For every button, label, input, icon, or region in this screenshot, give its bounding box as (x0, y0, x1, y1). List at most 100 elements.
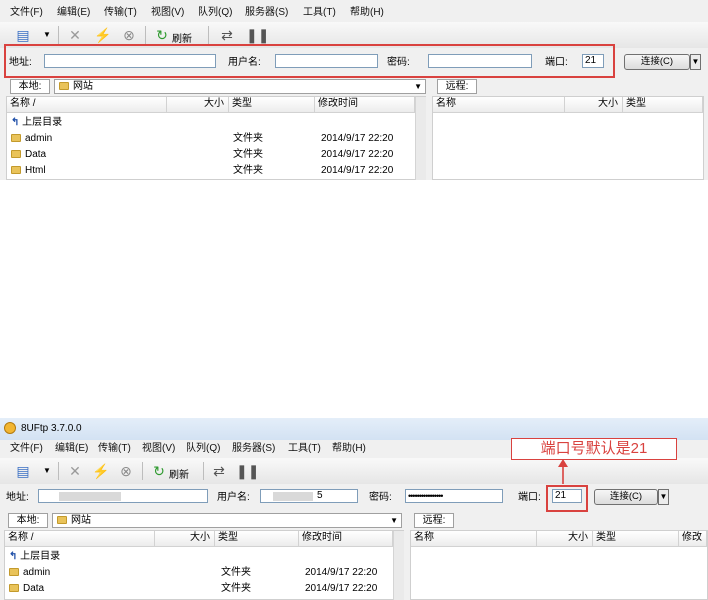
sync-browse-icon[interactable]: ⇄ (218, 26, 236, 44)
menu-server[interactable]: 服务器(S) (232, 440, 275, 458)
refresh-button-label[interactable]: 刷新 (172, 30, 192, 45)
up-arrow-icon: ↰ (11, 117, 20, 128)
column-type[interactable]: 类型 (593, 531, 679, 546)
column-type[interactable]: 类型 (215, 531, 299, 546)
site-manager-icon[interactable]: ▤ (14, 462, 32, 480)
disconnect-icon[interactable]: ✕ (66, 462, 84, 480)
username-value-text: 5 (317, 490, 323, 501)
menu-file[interactable]: 文件(F) (10, 4, 43, 22)
menu-transfer[interactable]: 传输(T) (104, 4, 137, 22)
column-modified[interactable]: 修改时间 (299, 531, 393, 546)
column-modified[interactable]: 修改 (679, 531, 707, 546)
file-type: 文件夹 (233, 165, 263, 176)
remote-tab[interactable]: 远程: (437, 79, 477, 94)
refresh-button-label[interactable]: 刷新 (169, 466, 189, 481)
menu-tools[interactable]: 工具(T) (288, 440, 321, 458)
menu-help[interactable]: 帮助(H) (332, 440, 366, 458)
local-path-combo[interactable]: 网站 ▼ (54, 79, 426, 94)
bottom-toolbar: ▤ ▼ ✕ ⚡ ⊗ ↻ 刷新 ⇄ ❚❚ (0, 458, 708, 485)
top-screenshot: 文件(F) 编辑(E) 传输(T) 视图(V) 队列(Q) 服务器(S) 工具(… (0, 0, 708, 180)
chevron-down-icon[interactable]: ▼ (414, 80, 422, 93)
local-tab[interactable]: 本地: (8, 513, 48, 528)
file-modified: 2014/9/17 22:20 (321, 149, 394, 160)
file-modified: 2014/9/17 22:20 (305, 567, 378, 578)
file-modified: 2014/9/17 22:20 (305, 583, 378, 594)
menu-view[interactable]: 视图(V) (142, 440, 175, 458)
menu-edit[interactable]: 编辑(E) (55, 440, 88, 458)
local-scrollbar[interactable] (415, 97, 426, 180)
username-input[interactable]: 5 (260, 489, 358, 503)
column-type[interactable]: 类型 (229, 97, 315, 112)
column-name[interactable]: 名称 / (5, 531, 155, 546)
file-type: 文件夹 (233, 133, 263, 144)
local-file-list: 名称 / 大小 类型 修改时间 ↰ 上层目录 admin 文件夹 2014/9/… (6, 96, 426, 180)
file-modified: 2014/9/17 22:20 (321, 165, 394, 176)
reconnect-icon[interactable]: ⚡ (92, 462, 110, 480)
pause-icon[interactable]: ❚❚ (236, 462, 259, 480)
blurred-host-value (59, 492, 121, 501)
stop-icon[interactable]: ⊗ (117, 462, 135, 480)
stop-icon[interactable]: ⊗ (120, 26, 138, 44)
pause-icon[interactable]: ❚❚ (246, 26, 269, 44)
table-row[interactable]: admin 文件夹 2014/9/17 22:20 (11, 132, 411, 146)
reconnect-icon[interactable]: ⚡ (94, 26, 112, 44)
site-manager-icon[interactable]: ▤ (14, 26, 32, 44)
connect-dropdown-chevron-icon[interactable]: ▼ (658, 489, 669, 505)
table-row[interactable]: Html 文件夹 2014/9/17 22:20 (11, 164, 411, 178)
remote-list-header: 名称 大小 类型 修改 (411, 531, 707, 547)
file-type: 文件夹 (221, 567, 251, 578)
remote-path-combo[interactable] (481, 79, 704, 94)
menu-queue[interactable]: 队列(Q) (186, 440, 220, 458)
table-row[interactable]: Data 文件夹 2014/9/17 22:20 (11, 148, 411, 162)
column-size[interactable]: 大小 (155, 531, 215, 546)
column-name[interactable]: 名称 (411, 531, 537, 546)
parent-dir-row[interactable]: ↰ 上层目录 (9, 550, 60, 564)
connect-dropdown-chevron-icon[interactable]: ▼ (690, 54, 701, 70)
menu-tools[interactable]: 工具(T) (303, 4, 336, 22)
connect-button[interactable]: 连接(C) (624, 54, 690, 70)
parent-dir-row[interactable]: ↰ 上层目录 (11, 116, 62, 130)
column-name[interactable]: 名称 (433, 97, 565, 112)
file-name: Data (23, 583, 45, 594)
app-logo-icon (4, 422, 16, 434)
bottom-screenshot: 8UFtp 3.7.0.0 文件(F) 编辑(E) 传输(T) 视图(V) 队列… (0, 418, 708, 600)
column-size[interactable]: 大小 (167, 97, 229, 112)
host-input[interactable] (38, 489, 208, 503)
table-row[interactable]: Data 文件夹 2014/9/17 22:20 (9, 582, 389, 596)
up-arrow-icon: ↰ (9, 551, 18, 562)
local-path-text: 网站 (71, 515, 91, 526)
remote-path-combo[interactable] (458, 513, 704, 528)
refresh-icon[interactable]: ↻ (153, 26, 171, 44)
menu-file[interactable]: 文件(F) (10, 440, 43, 458)
chevron-down-icon[interactable]: ▼ (390, 514, 398, 527)
sync-browse-icon[interactable]: ⇄ (210, 462, 228, 480)
menu-help[interactable]: 帮助(H) (350, 4, 384, 22)
local-path-text: 网站 (73, 81, 93, 92)
local-scrollbar[interactable] (393, 531, 404, 600)
column-name[interactable]: 名称 / (7, 97, 167, 112)
bottom-title-bar: 8UFtp 3.7.0.0 (0, 418, 708, 440)
menu-queue[interactable]: 队列(Q) (198, 4, 232, 22)
menu-edit[interactable]: 编辑(E) (57, 4, 90, 22)
folder-icon (59, 82, 69, 90)
column-size[interactable]: 大小 (565, 97, 623, 112)
local-tab[interactable]: 本地: (10, 79, 50, 94)
column-size[interactable]: 大小 (537, 531, 593, 546)
port-annotation-callout: 端口号默认是21 (511, 438, 677, 460)
menu-view[interactable]: 视图(V) (151, 4, 184, 22)
disconnect-icon[interactable]: ✕ (66, 26, 84, 44)
file-name: Html (25, 165, 46, 176)
parent-dir-label: 上层目录 (20, 551, 61, 562)
chevron-down-icon[interactable]: ▼ (38, 26, 56, 44)
remote-tab[interactable]: 远程: (414, 513, 454, 528)
local-path-combo[interactable]: 网站 ▼ (52, 513, 402, 528)
menu-server[interactable]: 服务器(S) (245, 4, 288, 22)
password-input[interactable]: •••••••••••••••• (405, 489, 503, 503)
table-row[interactable]: admin 文件夹 2014/9/17 22:20 (9, 566, 389, 580)
menu-transfer[interactable]: 传输(T) (98, 440, 131, 458)
column-modified[interactable]: 修改时间 (315, 97, 415, 112)
refresh-icon[interactable]: ↻ (150, 462, 168, 480)
chevron-down-icon[interactable]: ▼ (38, 462, 56, 480)
column-type[interactable]: 类型 (623, 97, 703, 112)
connect-button[interactable]: 连接(C) (594, 489, 658, 505)
